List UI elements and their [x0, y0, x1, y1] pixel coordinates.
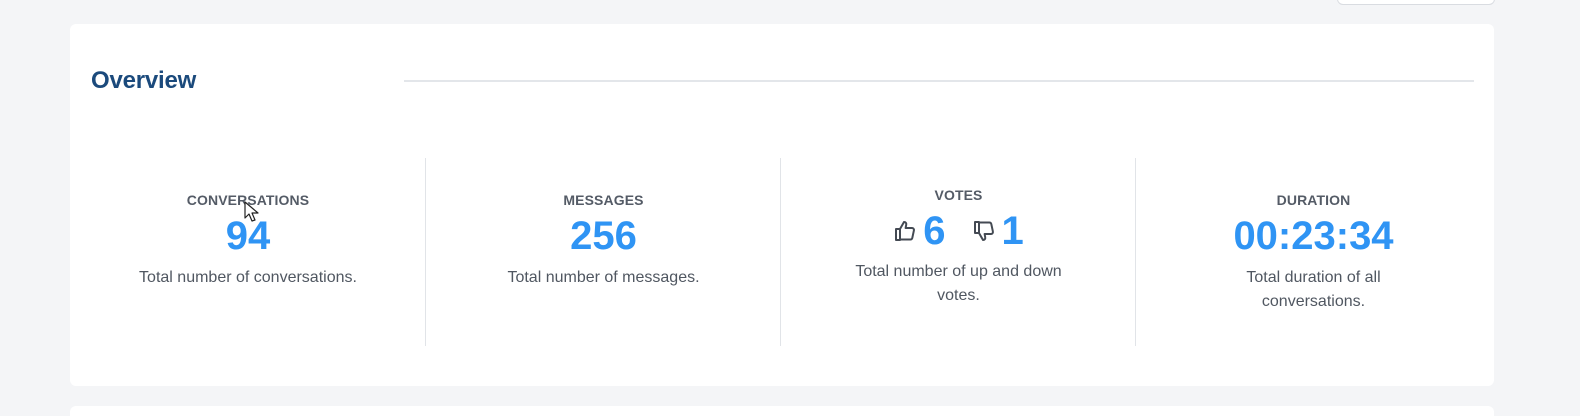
up-votes: 6	[893, 208, 946, 254]
up-votes-count: 6	[923, 209, 946, 253]
stat-votes: VOTES 6 1 Total number of up and down vo…	[780, 158, 1136, 346]
top-right-button[interactable]	[1337, 0, 1495, 5]
votes-description: Total number of up and down votes.	[855, 263, 1062, 304]
messages-value: 256	[570, 214, 637, 258]
overview-card: Overview CONVERSATIONS 94 Total number o…	[70, 24, 1494, 386]
stat-duration: DURATION 00:23:34 Total duration of all …	[1135, 158, 1491, 346]
votes-values: 6 1	[781, 208, 1136, 254]
duration-label: DURATION	[1276, 192, 1351, 208]
stat-conversations: CONVERSATIONS 94 Total number of convers…	[70, 158, 426, 346]
overview-title: Overview	[91, 67, 197, 94]
messages-description: Total number of messages.	[507, 269, 700, 286]
votes-label: VOTES	[934, 187, 983, 203]
duration-description: Total duration of all conversations.	[1246, 269, 1381, 310]
duration-value: 00:23:34	[1233, 214, 1394, 258]
down-votes: 1	[972, 208, 1024, 254]
conversations-description: Total number of conversations.	[139, 269, 357, 286]
down-votes-count: 1	[1001, 209, 1024, 253]
next-card-edge	[70, 406, 1494, 416]
thumbs-down-icon	[972, 219, 996, 243]
stat-messages: MESSAGES 256 Total number of messages.	[425, 158, 781, 346]
messages-label: MESSAGES	[563, 192, 644, 208]
overview-stats: CONVERSATIONS 94 Total number of convers…	[70, 158, 1494, 346]
thumbs-up-icon	[893, 219, 917, 243]
mouse-cursor-icon	[244, 201, 259, 222]
title-divider	[404, 80, 1474, 82]
